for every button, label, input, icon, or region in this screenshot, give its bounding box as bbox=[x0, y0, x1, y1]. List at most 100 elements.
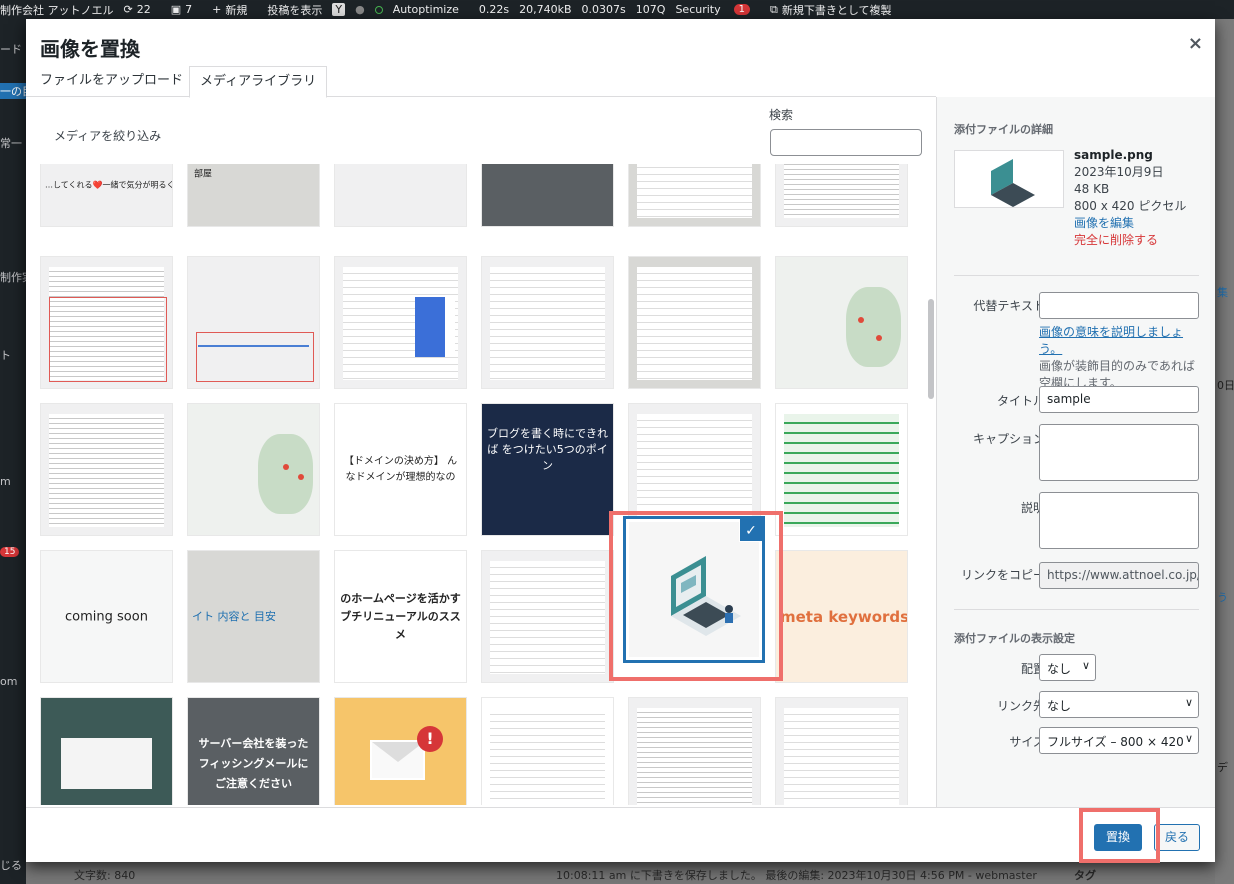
link-to-label: リンク先 bbox=[996, 699, 1045, 713]
media-tile[interactable]: meta keywords bbox=[775, 550, 908, 683]
title-input[interactable]: sample bbox=[1039, 386, 1199, 413]
word-count: 文字数: 840 bbox=[74, 869, 136, 882]
media-tile[interactable]: 【ドメインの決め方】 んなドメインが理想的なの bbox=[334, 403, 467, 536]
circle-icon bbox=[374, 5, 383, 14]
attachment-dimensions: 800 x 420 ピクセル bbox=[1074, 199, 1187, 213]
alt-text-help: 画像の意味を説明しましょう。 画像が装飾目的のみであれば空欄にします。 bbox=[1039, 325, 1195, 390]
back-button[interactable]: 戻る bbox=[1154, 824, 1200, 851]
chevron-down-icon: ∨ bbox=[1184, 732, 1193, 745]
security-link[interactable]: Security 1 bbox=[675, 3, 760, 16]
sidebar-fragment[interactable]: 常一 bbox=[0, 135, 22, 151]
perf-queries[interactable]: 107Q bbox=[636, 3, 666, 16]
alt-text-input[interactable] bbox=[1039, 292, 1199, 319]
title-label: タイトル bbox=[996, 394, 1045, 408]
modal-tabs: ファイルをアップロード メディアライブラリ bbox=[26, 66, 936, 98]
chevron-down-icon: ∨ bbox=[1081, 659, 1090, 672]
right-fragment[interactable]: 集 bbox=[1217, 284, 1228, 300]
media-tile[interactable] bbox=[334, 256, 467, 389]
grid-scrollbar[interactable] bbox=[928, 299, 934, 399]
selected-check-icon[interactable]: ✓ bbox=[739, 519, 762, 542]
media-tile[interactable]: 部屋 bbox=[187, 164, 320, 227]
attachment-details: 添付ファイルの詳細 sample.png 2023年10月9日 48 KB 80… bbox=[936, 97, 1215, 807]
sidebar-fragment[interactable]: ト bbox=[0, 347, 11, 363]
sidebar-badge: 15 bbox=[0, 547, 20, 557]
media-tile[interactable]: イト 内容と 目安 bbox=[187, 550, 320, 683]
view-post-link[interactable]: 投稿を表示 bbox=[267, 2, 322, 18]
media-tile[interactable] bbox=[40, 403, 173, 536]
sidebar-fragment[interactable]: om bbox=[0, 675, 17, 688]
new-content-link[interactable]: + 新規 bbox=[212, 2, 257, 18]
media-tile[interactable] bbox=[40, 256, 173, 389]
media-tile[interactable] bbox=[40, 697, 173, 805]
media-tile[interactable] bbox=[481, 550, 614, 683]
perf-query-time[interactable]: 0.0307s bbox=[582, 3, 626, 16]
media-tile[interactable] bbox=[628, 164, 761, 227]
close-icon[interactable]: × bbox=[1188, 33, 1203, 54]
updates-link[interactable]: ⟳ 22 bbox=[124, 3, 161, 16]
laptop-illustration bbox=[671, 556, 741, 636]
duplicate-link[interactable]: ⧉ 新規下書きとして複製 bbox=[770, 2, 902, 18]
media-tile[interactable]: ブログを書く時にできれば をつけたい5つのポイン bbox=[481, 403, 614, 536]
media-tile[interactable]: coming soon bbox=[40, 550, 173, 683]
plus-icon: + bbox=[212, 3, 222, 16]
media-tile[interactable] bbox=[481, 164, 614, 227]
media-tile[interactable]: ! bbox=[334, 697, 467, 805]
copy-link-input[interactable]: https://www.attnoel.co.jp/ bbox=[1039, 562, 1199, 589]
modal-footer bbox=[26, 807, 1215, 862]
right-fragment[interactable]: う bbox=[1217, 589, 1228, 605]
description-textarea[interactable] bbox=[1039, 492, 1199, 549]
media-tile[interactable]: のホームページを活かす ブチリニューアルのススメ bbox=[334, 550, 467, 683]
comments-link[interactable]: ▣ 7 bbox=[171, 3, 202, 16]
align-select[interactable]: なし ∨ bbox=[1039, 654, 1096, 681]
site-name[interactable]: 制作会社 アットノエル bbox=[0, 2, 114, 18]
refresh-icon: ⟳ bbox=[123, 3, 133, 16]
caption-label: キャプション bbox=[972, 432, 1045, 446]
alt-text-label: 代替テキスト bbox=[973, 299, 1045, 313]
media-tile[interactable] bbox=[775, 164, 908, 227]
sidebar-fragment[interactable]: m bbox=[0, 475, 11, 488]
perf-memory[interactable]: 20,740kB bbox=[519, 3, 571, 16]
link-to-select[interactable]: なし ∨ bbox=[1039, 691, 1199, 718]
sidebar-fragment[interactable]: ード bbox=[0, 41, 22, 57]
search-input[interactable] bbox=[770, 129, 922, 156]
media-tile[interactable] bbox=[481, 256, 614, 389]
media-tile[interactable]: サーバー会社を装った フィッシングメールに ご注意ください bbox=[187, 697, 320, 805]
perf-time[interactable]: 0.22s bbox=[479, 3, 509, 16]
alt-text-help-link[interactable]: 画像の意味を説明しましょう。 bbox=[1039, 325, 1183, 356]
chevron-down-icon: ∨ bbox=[1184, 696, 1193, 709]
yoast-icon[interactable]: Y bbox=[332, 3, 346, 16]
media-tile[interactable] bbox=[775, 697, 908, 805]
tab-media-library[interactable]: メディアライブラリ bbox=[189, 66, 328, 98]
media-tile[interactable] bbox=[187, 403, 320, 536]
sidebar-fragment[interactable]: じる bbox=[0, 857, 22, 873]
filter-label: メディアを絞り込み bbox=[54, 129, 162, 143]
media-tile[interactable] bbox=[187, 256, 320, 389]
divider bbox=[954, 609, 1199, 610]
media-tile[interactable] bbox=[775, 256, 908, 389]
media-tile[interactable] bbox=[481, 697, 614, 805]
editor-footer: 文字数: 840 10:08:11 am に下書きを保存しました。 最後の編集:… bbox=[26, 862, 1215, 884]
delete-permanently-link[interactable]: 完全に削除する bbox=[1074, 232, 1186, 249]
tab-upload[interactable]: ファイルをアップロード bbox=[30, 66, 193, 97]
admin-bar: 制作会社 アットノエル ⟳ 22 ▣ 7 + 新規 投稿を表示 Y ● Autopti… bbox=[0, 0, 1234, 19]
media-tile[interactable] bbox=[628, 256, 761, 389]
sidebar-fragment[interactable]: 制作実 bbox=[0, 269, 26, 285]
media-tile[interactable]: …してくれる❤️一緒で気分が明るくなる魔法のカップ bbox=[40, 164, 173, 227]
copy-link-label: リンクをコピー bbox=[960, 568, 1045, 582]
sidebar-fragment-active[interactable]: 一の目 bbox=[0, 83, 26, 99]
media-tile[interactable] bbox=[628, 697, 761, 805]
media-tile[interactable] bbox=[775, 403, 908, 536]
right-fragment: デ bbox=[1217, 761, 1228, 774]
media-tile[interactable] bbox=[334, 164, 467, 227]
edit-image-link[interactable]: 画像を編集 bbox=[1074, 215, 1186, 232]
media-tile-selected[interactable]: ✓ bbox=[623, 516, 765, 663]
autoptimize-link[interactable]: Autoptimize bbox=[374, 3, 469, 16]
laptop-thumbnail-icon bbox=[991, 159, 1035, 207]
draft-status: 10:08:11 am に下書きを保存しました。 最後の編集: 2023年10月… bbox=[556, 869, 1037, 882]
comment-icon: ▣ bbox=[170, 3, 182, 16]
size-select[interactable]: フルサイズ – 800 × 420 ∨ bbox=[1039, 727, 1199, 754]
caption-textarea[interactable] bbox=[1039, 424, 1199, 481]
attachment-size: 48 KB bbox=[1074, 182, 1110, 196]
attachment-thumbnail bbox=[954, 150, 1064, 208]
copy-icon: ⧉ bbox=[769, 2, 778, 16]
